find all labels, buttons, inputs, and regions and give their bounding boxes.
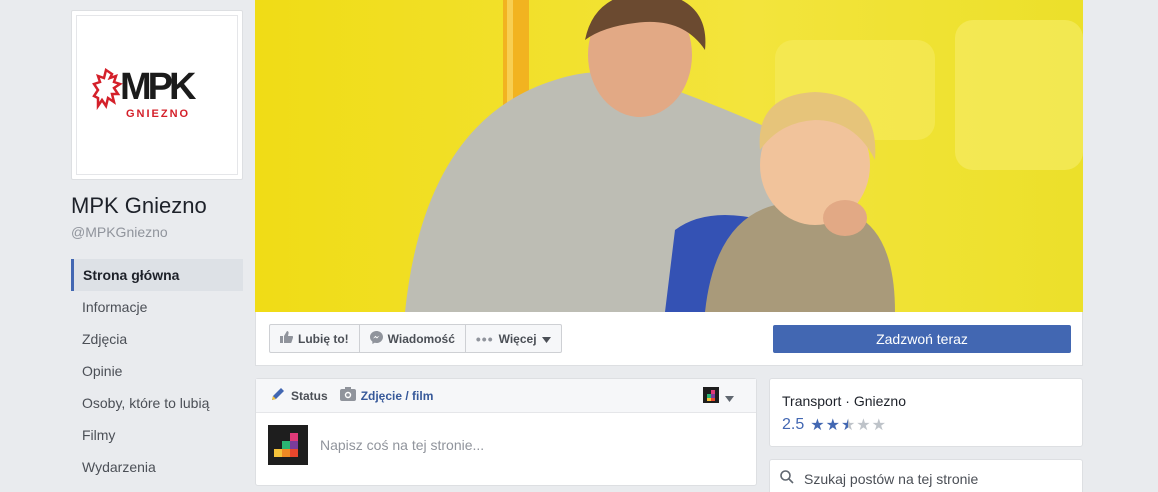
page-nav: Strona główna Informacje Zdjęcia Opinie …	[71, 259, 243, 483]
nav-item-likes[interactable]: Osoby, które to lubią	[71, 387, 243, 419]
profile-picture[interactable]: MPK GNIEZNO	[71, 10, 243, 180]
cover-illustration	[255, 0, 1083, 312]
logo-subtitle: GNIEZNO	[126, 108, 191, 120]
composer-tabs: Status Zdjęcie / film	[256, 379, 756, 413]
rating-row[interactable]: 2.5 ★ ★ ★ ★ ★	[782, 415, 1070, 435]
nav-item-home[interactable]: Strona główna	[71, 259, 243, 291]
page-avatar-icon	[268, 425, 308, 465]
star-half-icon: ★	[840, 417, 856, 434]
star-icon: ★	[825, 417, 840, 434]
like-button-label: Lubię to!	[298, 331, 349, 346]
nav-item-events[interactable]: Wydarzenia	[71, 451, 243, 483]
nav-item-about[interactable]: Informacje	[71, 291, 243, 323]
call-now-button[interactable]: Zadzwoń teraz	[773, 325, 1071, 353]
tab-status[interactable]: Status	[270, 386, 328, 405]
post-composer: Status Zdjęcie / film Napisz coś na tej …	[255, 378, 757, 486]
post-as-selector[interactable]	[703, 387, 734, 408]
search-posts-field[interactable]: Szukaj postów na tej stronie	[769, 459, 1083, 492]
tab-photo-video-label: Zdjęcie / film	[360, 388, 434, 403]
star-icon: ★	[871, 417, 886, 434]
nav-item-videos[interactable]: Filmy	[71, 419, 243, 451]
like-button[interactable]: Lubię to!	[270, 325, 360, 352]
page-title[interactable]: MPK Gniezno	[71, 193, 207, 219]
star-icon: ★	[810, 417, 825, 434]
page-category[interactable]: Transport · Gniezno	[782, 393, 1070, 409]
messenger-icon	[369, 330, 383, 347]
composer-body[interactable]: Napisz coś na tej stronie...	[256, 413, 756, 477]
composer-input[interactable]: Napisz coś na tej stronie...	[320, 437, 484, 453]
chevron-down-icon	[725, 389, 734, 407]
cover-photo[interactable]	[255, 0, 1083, 312]
search-icon	[780, 469, 794, 489]
chevron-down-icon	[541, 332, 551, 346]
mpk-logo: MPK GNIEZNO	[92, 60, 222, 130]
more-button[interactable]: ••• Więcej	[466, 325, 561, 352]
search-posts-input[interactable]: Szukaj postów na tej stronie	[804, 471, 978, 487]
avatar	[268, 425, 308, 465]
message-button-label: Wiadomość	[387, 331, 455, 346]
ellipsis-icon: •••	[475, 330, 494, 347]
rating-value: 2.5	[782, 416, 805, 433]
tab-photo-video[interactable]: Zdjęcie / film	[339, 387, 434, 404]
star-icon: ★	[856, 417, 871, 434]
pencil-icon	[270, 386, 286, 405]
message-button[interactable]: Wiadomość	[360, 325, 466, 352]
camera-icon	[339, 387, 356, 404]
more-button-label: Więcej	[498, 331, 537, 346]
about-card: Transport · Gniezno 2.5 ★ ★ ★ ★ ★	[769, 378, 1083, 447]
thumbs-up-icon	[280, 331, 294, 346]
page-action-bar: Lubię to! Wiadomość ••• Więcej Zadzwoń t…	[255, 312, 1083, 366]
page-avatar-icon	[703, 387, 719, 408]
logo-wordmark: MPK	[120, 66, 196, 108]
profile-picture-frame: MPK GNIEZNO	[76, 15, 238, 175]
page-handle[interactable]: @MPKGniezno	[71, 224, 168, 240]
action-button-group: Lubię to! Wiadomość ••• Więcej	[269, 324, 562, 353]
nav-item-photos[interactable]: Zdjęcia	[71, 323, 243, 355]
nav-item-reviews[interactable]: Opinie	[71, 355, 243, 387]
tab-status-label: Status	[291, 388, 328, 403]
